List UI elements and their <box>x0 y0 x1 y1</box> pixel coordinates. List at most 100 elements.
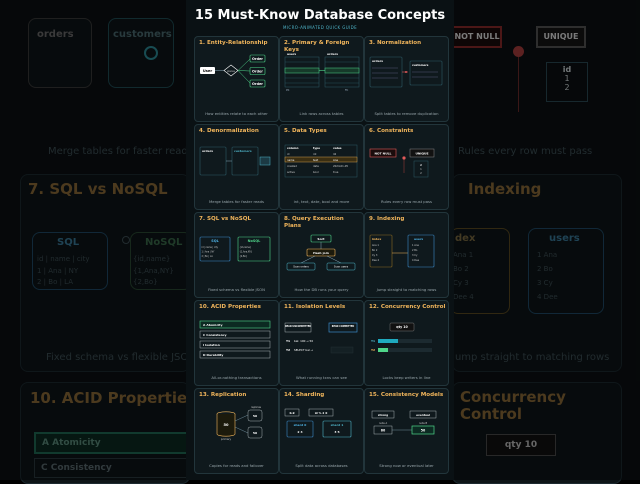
er-order-3: Order <box>252 82 263 86</box>
cc-t2: T2 <box>371 348 375 352</box>
cons-node-b: node B <box>419 422 428 425</box>
card-caption: Fixed schema vs flexible JSON <box>208 287 265 292</box>
card-caption: Jump straight to matching rows <box>376 287 437 292</box>
dt-r1c2: int <box>313 152 316 156</box>
sql-fields: id | name | city <box>202 246 219 249</box>
dt-h2: type <box>313 146 320 150</box>
card-consistency: 15. Consistency Models strong eventual n… <box>364 388 449 474</box>
con-unique: UNIQUE <box>415 151 428 155</box>
dt-r3c3: 2024-01-05 <box>333 164 348 168</box>
card-title: 12. Concurrency Control <box>369 304 446 310</box>
er-user-text: User <box>203 69 212 73</box>
keys-users-label: users <box>287 52 296 56</box>
sql-row1: 1 | Ana | NY <box>202 251 216 254</box>
card-replication: 13. Replication 50 primary replicas 50 5… <box>194 388 279 474</box>
card-title: 9. Indexing <box>369 216 405 222</box>
acid-c: C Consistency <box>203 333 227 337</box>
card-caption: Split tables to remove duplication <box>374 111 439 116</box>
datatypes-illustration: column type value id int 42 name text An… <box>283 139 360 197</box>
card-title: 14. Sharding <box>284 392 325 398</box>
card-caption: Strong now or eventual later <box>379 463 434 468</box>
card-caption: Copies for reads and failover <box>209 463 264 468</box>
shard-0-vals: 2 4 <box>297 430 302 434</box>
card-caption: All-or-nothing transactions <box>211 375 262 380</box>
dt-r2c2: text <box>313 158 318 162</box>
card-caption: Rules every row must pass <box>381 199 432 204</box>
idx-r1: Ana 1 <box>372 244 379 247</box>
cons-node-a: node A <box>379 422 388 425</box>
card-caption: Locks keep writers in line <box>382 375 431 380</box>
constraints-illustration: NOT NULL UNIQUE id 1 2 <box>368 139 445 197</box>
idx-r2: Bo 2 <box>372 249 378 252</box>
card-isolation: 11. Isolation Levels READ UNCOMMITTED RE… <box>279 300 364 386</box>
dt-r4c3: true <box>333 170 339 174</box>
idx-u3: 3 Cy <box>412 254 418 257</box>
cons-val-a: 60 <box>381 429 386 433</box>
card-constraints: 6. Constraints NOT NULL UNIQUE id 1 2 Ru… <box>364 124 449 210</box>
iso-t2v: SELECT bal → <box>294 348 314 352</box>
shard-1-vals: 3 5 <box>334 430 339 434</box>
cc-t1-bar <box>378 339 398 343</box>
qp-sort: Sort <box>317 237 325 241</box>
card-caption: Link rows across tables <box>299 111 344 116</box>
card-title: 11. Isolation Levels <box>284 304 346 310</box>
norm-orders: orders <box>372 59 383 63</box>
shard-1: shard 1 <box>331 423 344 427</box>
acid-illustration: A Atomicity C Consistency I Isolation D … <box>198 315 275 373</box>
idx-label: index <box>372 237 381 241</box>
qp-join: Hash join <box>313 251 329 255</box>
card-entity-relationship: 1. Entity-Relationship User places Order… <box>194 36 279 122</box>
iso-t1: T1 <box>286 339 290 343</box>
cc-t1: T1 <box>371 339 375 343</box>
dt-r4c2: bool <box>313 170 319 174</box>
infographic-panel: 15 Must-Know Database Concepts MICRO-ANI… <box>186 0 454 480</box>
repl-primary: primary <box>221 437 232 441</box>
card-caption: int, text, date, bool and more <box>293 199 350 204</box>
card-caption: Split data across databases <box>295 463 348 468</box>
con-notnull: NOT NULL <box>375 151 392 155</box>
card-title: 13. Replication <box>199 392 247 398</box>
idx-r4: Dee 4 <box>372 259 380 262</box>
normalization-illustration: orders customers <box>368 51 445 109</box>
shard-hash: id % 2 0 <box>315 411 328 415</box>
keys-orders-label: orders <box>327 52 338 56</box>
qp-scan-orders: Scan orders <box>293 265 309 269</box>
con-id-2: 2 <box>420 171 422 175</box>
acid-d: D Durability <box>203 353 223 357</box>
repl-primary-value: 50 <box>223 423 229 427</box>
card-acid: 10. ACID Properties A Atomicity C Consis… <box>194 300 279 386</box>
dt-r1c1: id <box>287 152 290 156</box>
card-sql-vs-nosql: 7. SQL vs NoSQL SQL id | name | city 1 |… <box>194 212 279 298</box>
denormalization-illustration: orders customers <box>198 139 275 197</box>
card-caption: Merge tables for faster reads <box>208 199 265 204</box>
cc-qty: qty 10 <box>396 325 408 329</box>
dt-h3: value <box>333 146 342 150</box>
consistency-illustration: strong eventual node A 60 node B 50 <box>368 403 445 461</box>
idx-users: users <box>414 237 423 241</box>
shard-0: shard 0 <box>294 423 307 427</box>
card-caption: What running txns can see <box>295 375 348 380</box>
nosql-row3: {2,Bo} <box>240 255 248 258</box>
card-title: 4. Denormalization <box>199 128 259 134</box>
er-order-2: Order <box>252 70 263 74</box>
sql-label: SQL <box>211 239 219 243</box>
indexing-illustration: index Ana 1 Bo 2 Cy 3 Dee 4 users 1 Ana … <box>368 227 445 285</box>
card-concurrency: 12. Concurrency Control qty 10 T1 T2 Loc… <box>364 300 449 386</box>
nosql-label: NoSQL <box>248 239 261 243</box>
idx-u1: 1 Ana <box>412 244 419 247</box>
card-title: 1. Entity-Relationship <box>199 40 268 46</box>
card-query-plans: 8. Query Execution Plans Sort Hash join … <box>279 212 364 298</box>
sql-illustration: SQL id | name | city 1 | Ana | NY 2 | Bo… <box>198 227 275 285</box>
replication-illustration: 50 primary replicas 50 50 <box>198 403 275 461</box>
page-subtitle: MICRO-ANIMATED QUICK GUIDE <box>282 25 358 30</box>
norm-customers: customers <box>412 63 429 67</box>
card-data-types: 5. Data Types column type value id int 4… <box>279 124 364 210</box>
keys-illustration: users PK orders FK <box>283 51 360 109</box>
sharding-illustration: 0-9 id % 2 0 shard 0 2 4 shard 1 3 5 <box>283 403 360 461</box>
idx-u2: 2 Bo <box>412 249 418 252</box>
cc-t2-bar <box>378 348 388 352</box>
iso-ru: READ UNCOMMITTED <box>285 325 311 328</box>
isolation-illustration: READ UNCOMMITTED READ COMMITTED T1 bal: … <box>283 315 360 373</box>
card-caption: How entities relate to each other <box>205 111 268 116</box>
acid-i: I Isolation <box>203 343 220 347</box>
